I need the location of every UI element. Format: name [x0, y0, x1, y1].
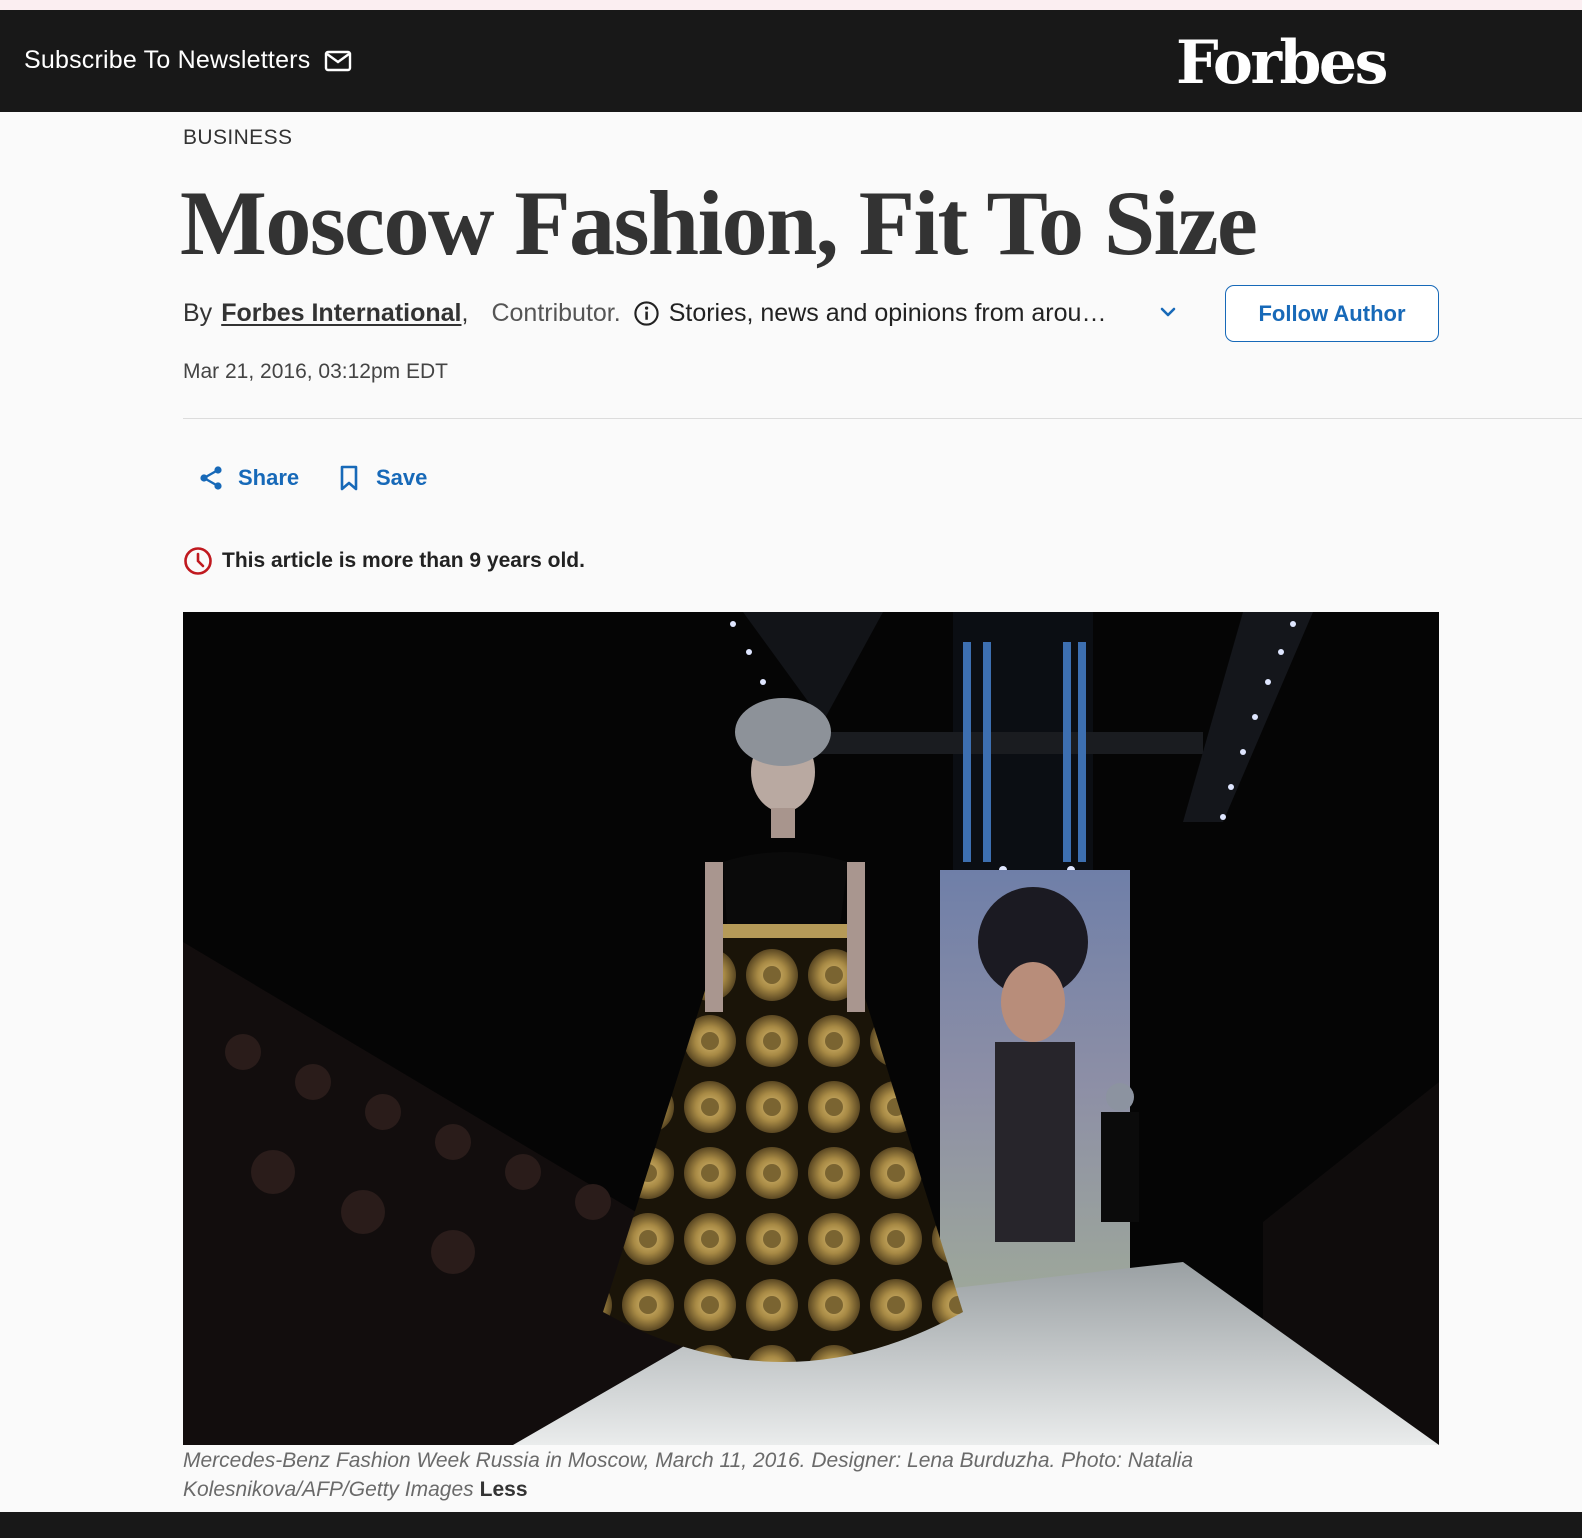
caption-less-toggle[interactable]: Less	[480, 1478, 528, 1501]
mail-icon	[325, 50, 352, 71]
follow-author-button[interactable]: Follow Author	[1225, 285, 1439, 342]
article-age-text: This article is more than 9 years old.	[222, 549, 585, 572]
subscribe-label: Subscribe To Newsletters	[24, 46, 311, 74]
chevron-down-icon[interactable]	[1158, 302, 1178, 322]
info-icon[interactable]	[633, 300, 660, 327]
bookmark-icon	[340, 465, 358, 491]
subscribe-newsletters-link[interactable]: Subscribe To Newsletters	[24, 46, 352, 75]
publish-date: Mar 21, 2016, 03:12pm EDT	[183, 360, 448, 383]
author-bio: Stories, news and opinions from around t…	[668, 298, 1114, 327]
share-icon	[200, 466, 222, 490]
share-button[interactable]: Share	[198, 462, 299, 494]
author-role: Contributor.	[491, 298, 621, 327]
share-label: Share	[238, 465, 300, 490]
bottom-bar	[0, 1512, 1582, 1538]
author-byline: By Forbes International , Contributor. S…	[183, 296, 1114, 330]
top-navigation-bar: Subscribe To Newsletters Forbes	[0, 10, 1582, 112]
byline-comma: ,	[461, 298, 469, 327]
image-caption: Mercedes-Benz Fashion Week Russia in Mos…	[183, 1446, 1283, 1504]
divider	[183, 418, 1582, 419]
article-age-notice: This article is more than 9 years old.	[183, 546, 585, 576]
save-label: Save	[376, 465, 428, 490]
article-category[interactable]: BUSINESS	[183, 126, 292, 150]
byline-prefix: By	[183, 298, 213, 327]
top-accent-strip	[0, 0, 1582, 10]
image-caption-text: Mercedes-Benz Fashion Week Russia in Mos…	[183, 1449, 1194, 1501]
runway-photo	[183, 612, 1439, 1445]
clock-icon	[184, 547, 212, 575]
author-name-link[interactable]: Forbes International	[221, 299, 461, 328]
save-button[interactable]: Save	[336, 462, 427, 494]
article-title: Moscow Fashion, Fit To Size	[180, 172, 1258, 274]
article-hero-image[interactable]	[183, 612, 1439, 1445]
forbes-logo[interactable]: Forbes	[1176, 28, 1388, 98]
